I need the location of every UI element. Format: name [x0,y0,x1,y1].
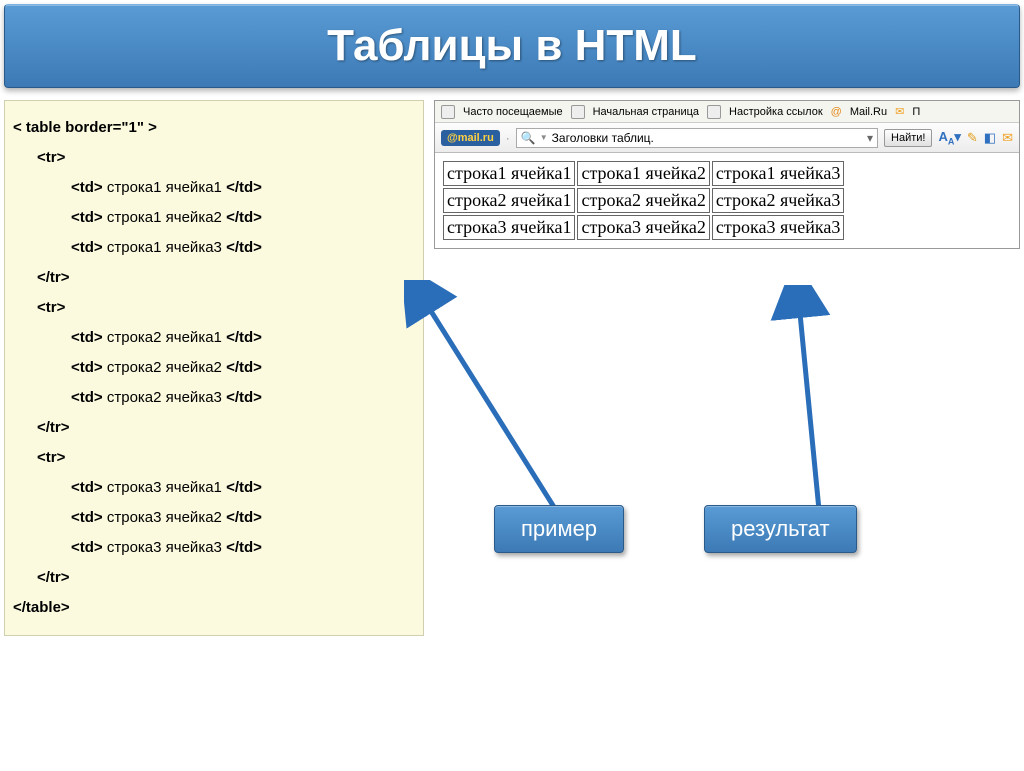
code-text: </tr> [37,419,70,436]
code-text: <td> [71,479,103,496]
partial-text: П [912,106,920,118]
label-result: результат [704,505,857,553]
search-toolbar: @mail.ru · 🔍 ▼ Заголовки таблиц. ▾ Найти… [435,123,1019,153]
mail-icon: @ [831,106,842,118]
code-text: </tr> [37,569,70,586]
code-text: </tr> [37,269,70,286]
camera-icon[interactable]: ◧ [984,130,996,146]
table-cell: строка1 ячейка3 [712,161,844,186]
code-text: строка2 ячейка2 [103,359,226,376]
label-example: пример [494,505,624,553]
code-text: строка3 ячейка3 [103,539,226,556]
table-cell: строка1 ячейка1 [443,161,575,186]
page-icon [441,105,455,119]
table-cell: строка2 ячейка3 [712,188,844,213]
code-text: строка1 ячейка1 [103,179,226,196]
table-cell: строка3 ячейка1 [443,215,575,240]
table-row: строка1 ячейка1 строка1 ячейка2 строка1 … [443,161,844,186]
code-text: <td> [71,539,103,556]
table-cell: строка2 ячейка1 [443,188,575,213]
code-text: </td> [226,329,262,346]
search-text: Заголовки таблиц. [552,131,654,145]
dropdown-icon[interactable]: ▾ [867,131,873,145]
table-cell: строка2 ячейка2 [577,188,709,213]
code-text: строка1 ячейка3 [103,239,226,256]
bookmarks-toolbar: Часто посещаемые Начальная страница Наст… [435,101,1019,123]
table-row: строка3 ячейка1 строка3 ячейка2 строка3 … [443,215,844,240]
code-text: <td> [71,509,103,526]
code-text: </td> [226,209,262,226]
code-text: < table border="1" > [13,119,157,136]
code-text: <td> [71,389,103,406]
highlight-icon[interactable]: ✎ [967,130,978,146]
table-cell: строка3 ячейка2 [577,215,709,240]
code-text: <td> [71,179,103,196]
code-text: <tr> [37,449,65,466]
code-text: </td> [226,389,262,406]
code-text: строка3 ячейка1 [103,479,226,496]
code-text: <td> [71,329,103,346]
page-icon [571,105,585,119]
mail-icon[interactable]: ✉ [1002,130,1013,146]
code-text: </td> [226,509,262,526]
code-text: </td> [226,539,262,556]
magnifier-icon: 🔍 [521,131,536,145]
mail-compose-icon[interactable]: ✉ [895,105,904,118]
code-text: строка3 ячейка2 [103,509,226,526]
code-text: строка2 ячейка3 [103,389,226,406]
title-bar: Таблицы в HTML [4,4,1020,88]
table-cell: строка1 ячейка2 [577,161,709,186]
result-table: строка1 ячейка1 строка1 ячейка2 строка1 … [441,159,846,242]
browser-preview: Часто посещаемые Начальная страница Наст… [434,100,1020,249]
arrow-to-result [754,285,874,535]
bookmark-link[interactable]: Настройка ссылок [729,106,823,118]
font-size-icon[interactable]: AA▾ [938,129,960,147]
bookmark-link[interactable]: Часто посещаемые [463,106,563,118]
code-text: <td> [71,239,103,256]
search-input[interactable]: 🔍 ▼ Заголовки таблиц. ▾ [516,128,878,148]
arrow-to-code [404,280,584,540]
bookmark-link[interactable]: Mail.Ru [850,106,887,118]
code-text: </table> [13,599,70,616]
code-text: <tr> [37,299,65,316]
mailru-logo[interactable]: @mail.ru [441,130,500,146]
code-text: <tr> [37,149,65,166]
find-button[interactable]: Найти! [884,129,932,147]
table-cell: строка3 ячейка3 [712,215,844,240]
code-text: </td> [226,359,262,376]
code-example-panel: < table border="1" > <tr> <td> строка1 я… [4,100,424,636]
page-title: Таблицы в HTML [327,21,697,71]
code-text: </td> [226,239,262,256]
code-text: </td> [226,179,262,196]
code-text: </td> [226,479,262,496]
code-text: строка2 ячейка1 [103,329,226,346]
page-icon [707,105,721,119]
table-row: строка2 ячейка1 строка2 ячейка2 строка2 … [443,188,844,213]
bookmark-link[interactable]: Начальная страница [593,106,699,118]
code-text: <td> [71,209,103,226]
code-text: строка1 ячейка2 [103,209,226,226]
code-text: <td> [71,359,103,376]
